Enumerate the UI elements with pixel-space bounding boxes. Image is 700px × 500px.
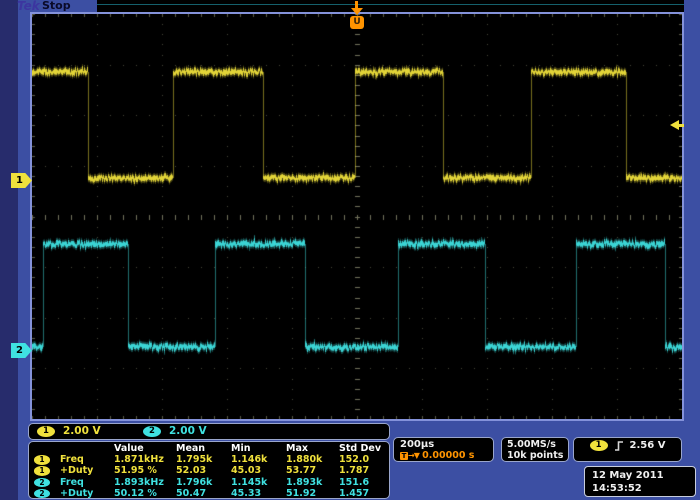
trigger-level-value: 2.56 V xyxy=(630,440,666,451)
oscilloscope-screen: Tek Stop U 1 2 1 2.00 V 2 2.00 V Value M… xyxy=(0,0,700,500)
measurement-stddev: 152.0 xyxy=(339,454,389,465)
measurement-stddev: 1.787 xyxy=(339,465,389,476)
channel2-badge: 2 xyxy=(34,489,50,499)
measurement-table: Value Mean Min Max Std Dev 1 Freq 1.871k… xyxy=(28,441,390,499)
rising-edge-icon xyxy=(614,440,624,452)
measurement-value: 51.95 % xyxy=(114,465,176,476)
col-header-max: Max xyxy=(286,443,339,454)
trigger-level-arrow-icon[interactable] xyxy=(670,120,684,131)
horizontal-settings-box[interactable]: 200µs T→▼ 0.00000 s xyxy=(393,437,494,462)
date-label: 12 May 2011 xyxy=(592,469,695,482)
col-header-value: Value xyxy=(114,443,176,454)
measurement-mean: 50.47 xyxy=(176,488,231,499)
measurement-max: 51.92 xyxy=(286,488,339,499)
col-header-mean: Mean xyxy=(176,443,231,454)
measurement-mean: 1.795k xyxy=(176,454,231,465)
channel2-ground-marker[interactable]: 2 xyxy=(11,343,32,358)
channel1-badge[interactable]: 1 xyxy=(37,426,55,437)
sample-rate: 5.00MS/s xyxy=(507,439,568,450)
channel1-ground-marker[interactable]: 1 xyxy=(11,173,32,188)
record-length: 10k points xyxy=(507,450,568,461)
measurement-value: 1.871kHz xyxy=(114,454,176,465)
datetime-box: 12 May 2011 14:53:52 xyxy=(584,466,696,497)
measurement-min: 45.03 xyxy=(231,465,286,476)
measurement-stddev: 1.457 xyxy=(339,488,389,499)
channel1-badge: 1 xyxy=(34,466,50,476)
record-bar-line xyxy=(97,4,684,5)
measurement-min: 1.146k xyxy=(231,454,286,465)
measurement-value: 1.893kHz xyxy=(114,477,176,488)
measurement-min: 1.145k xyxy=(231,477,286,488)
timebase-scale: 200µs xyxy=(400,439,493,450)
measurement-mean: 1.796k xyxy=(176,477,231,488)
measurement-mean: 52.03 xyxy=(176,465,231,476)
time-label: 14:53:52 xyxy=(592,482,695,495)
measurement-name: +Duty xyxy=(60,488,114,499)
acquisition-settings-box[interactable]: 5.00MS/s 10k points xyxy=(501,437,569,462)
trigger-position-arrows-icon: →▼ xyxy=(408,451,419,460)
measurement-value: 50.12 % xyxy=(114,488,176,499)
measurement-min: 45.33 xyxy=(231,488,286,499)
graticule-area xyxy=(30,12,684,421)
trigger-settings-box[interactable]: 1 2.56 V xyxy=(573,437,682,462)
channel1-badge: 1 xyxy=(34,455,50,465)
trigger-position-marker-icon[interactable] xyxy=(349,0,365,16)
trigger-position-value: 0.00000 s xyxy=(422,450,474,461)
acquisition-status-label: Stop xyxy=(42,0,71,12)
measurement-name: Freq xyxy=(60,454,114,465)
channel-scale-bar: 1 2.00 V 2 2.00 V xyxy=(28,423,390,440)
measurement-stddev: 151.6 xyxy=(339,477,389,488)
channel2-badge: 2 xyxy=(34,478,50,488)
channel1-scale[interactable]: 2.00 V xyxy=(63,425,101,437)
measurement-max: 1.880k xyxy=(286,454,339,465)
left-bezel-strip xyxy=(0,0,18,500)
channel2-badge[interactable]: 2 xyxy=(143,426,161,437)
channel2-scale[interactable]: 2.00 V xyxy=(169,425,207,437)
measurement-name: Freq xyxy=(60,477,114,488)
measurement-name: +Duty xyxy=(60,465,114,476)
measurement-max: 1.893k xyxy=(286,477,339,488)
trigger-source-badge: 1 xyxy=(590,440,608,451)
measurement-max: 53.77 xyxy=(286,465,339,476)
col-header-min: Min xyxy=(231,443,286,454)
waveform-canvas xyxy=(32,14,682,419)
trigger-position-icon: T xyxy=(400,452,408,460)
col-header-stddev: Std Dev xyxy=(339,443,389,454)
trigger-point-icon[interactable]: U xyxy=(350,16,364,29)
